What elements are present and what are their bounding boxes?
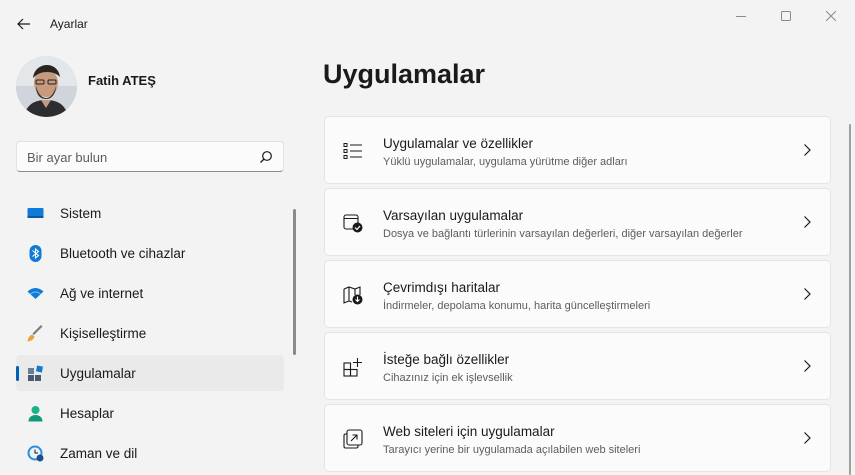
list-icon (343, 143, 362, 159)
clock-globe-icon (27, 445, 44, 462)
maximize-icon (781, 11, 791, 21)
sidebar-item-personalization[interactable]: Kişiselleştirme (16, 315, 284, 351)
search-icon[interactable] (259, 150, 273, 164)
close-icon (826, 11, 836, 21)
card-default-apps[interactable]: Varsayılan uygulamalar Dosya ve bağlantı… (324, 188, 831, 256)
sidebar-item-sistem[interactable]: Sistem (16, 195, 284, 231)
bluetooth-icon (29, 245, 42, 262)
title-bar: Ayarlar (0, 0, 855, 48)
sidebar-item-network[interactable]: Ağ ve internet (16, 275, 284, 311)
chevron-right-icon (804, 432, 811, 444)
sidebar-item-label: Zaman ve dil (60, 446, 138, 461)
card-subtitle: Cihazınız için ek işlevsellik (383, 372, 513, 384)
card-subtitle: Yüklü uygulamalar, uygulama yürütme diğe… (383, 156, 628, 168)
card-title: Varsayılan uygulamalar (383, 208, 524, 223)
close-button[interactable] (808, 4, 854, 28)
card-title: Web siteleri için uygulamalar (383, 424, 555, 439)
main-scrollbar[interactable] (849, 124, 851, 475)
user-profile[interactable]: Fatih ATEŞ (16, 56, 286, 118)
wifi-icon (27, 288, 44, 299)
card-optional-features[interactable]: İsteğe bağlı özellikler Cihazınız için e… (324, 332, 831, 400)
chevron-right-icon (804, 216, 811, 228)
sidebar-item-label: Ağ ve internet (60, 286, 144, 301)
avatar (16, 56, 77, 117)
sidebar-nav: Sistem Bluetooth ve cihazlar Ağ ve inter… (16, 195, 284, 475)
sidebar-item-label: Bluetooth ve cihazlar (60, 246, 186, 261)
sidebar-item-label: Kişiselleştirme (60, 326, 147, 341)
card-subtitle: Dosya ve bağlantı türlerinin varsayılan … (383, 228, 743, 240)
sidebar-item-time-language[interactable]: Zaman ve dil (16, 435, 284, 471)
minimize-button[interactable] (718, 4, 764, 28)
search-placeholder: Bir ayar bulun (27, 150, 108, 165)
card-apps-for-websites[interactable]: Web siteleri için uygulamalar Tarayıcı y… (324, 404, 831, 472)
sidebar-scrollbar[interactable] (293, 209, 296, 355)
card-title: İsteğe bağlı özellikler (383, 352, 510, 367)
sidebar-item-apps[interactable]: Uygulamalar (16, 355, 284, 391)
back-button[interactable] (10, 10, 38, 38)
sidebar-item-accounts[interactable]: Hesaplar (16, 395, 284, 431)
sidebar-item-bluetooth[interactable]: Bluetooth ve cihazlar (16, 235, 284, 271)
card-subtitle: İndirmeler, depolama konumu, harita günc… (383, 300, 651, 312)
chevron-right-icon (804, 360, 811, 372)
sidebar-item-label: Uygulamalar (60, 366, 136, 381)
sidebar-item-label: Hesaplar (60, 406, 115, 421)
card-title: Uygulamalar ve özellikler (383, 136, 534, 151)
chevron-right-icon (804, 288, 811, 300)
open-external-icon (343, 429, 363, 449)
apps-icon (28, 365, 43, 381)
add-grid-icon (343, 358, 362, 377)
card-subtitle: Tarayıcı yerine bir uygulamada açılabile… (383, 444, 641, 456)
default-app-icon (343, 214, 363, 233)
chevron-right-icon (804, 144, 811, 156)
arrow-left-icon (17, 18, 30, 30)
sidebar-item-label: Sistem (60, 206, 102, 221)
card-offline-maps[interactable]: Çevrimdışı haritalar İndirmeler, depolam… (324, 260, 831, 328)
person-icon (28, 406, 43, 422)
map-download-icon (343, 286, 363, 305)
monitor-icon (27, 208, 44, 218)
settings-cards: Uygulamalar ve özellikler Yüklü uygulama… (324, 116, 831, 475)
paintbrush-icon (27, 325, 43, 342)
profile-name: Fatih ATEŞ (88, 73, 156, 88)
search-input[interactable]: Bir ayar bulun (16, 141, 284, 172)
page-title: Uygulamalar (323, 59, 486, 89)
minimize-icon (736, 16, 746, 17)
card-apps-features[interactable]: Uygulamalar ve özellikler Yüklü uygulama… (324, 116, 831, 184)
maximize-button[interactable] (763, 4, 809, 28)
app-title: Ayarlar (50, 17, 88, 31)
card-title: Çevrimdışı haritalar (383, 280, 501, 295)
